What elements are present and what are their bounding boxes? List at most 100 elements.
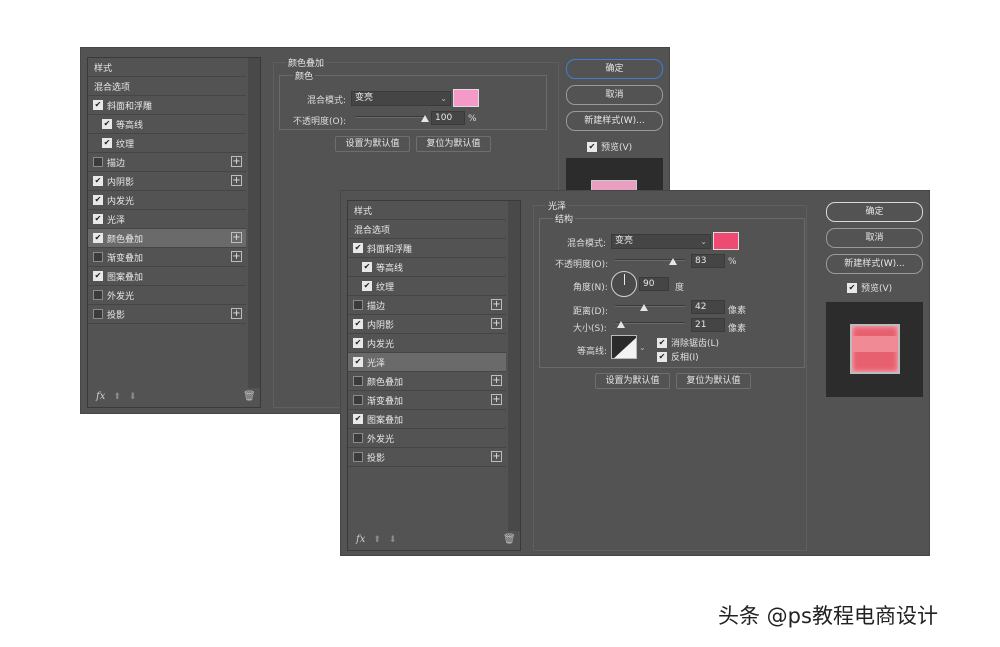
- add-effect-icon[interactable]: +: [231, 308, 242, 319]
- opacity-input[interactable]: 100: [431, 111, 465, 125]
- trash-icon[interactable]: 🗑: [503, 534, 516, 545]
- preview-checkbox[interactable]: ✔ 预览(V): [587, 140, 632, 153]
- size-input[interactable]: 21: [691, 318, 725, 332]
- style-item-checkbox[interactable]: ✔: [353, 357, 363, 367]
- style-item-row[interactable]: ✔ 纹理: [348, 277, 506, 296]
- style-item-row[interactable]: 外发光: [88, 286, 246, 305]
- style-item-checkbox[interactable]: ✔: [353, 414, 363, 424]
- style-item-row[interactable]: 描边 +: [88, 153, 246, 172]
- style-item-row[interactable]: ✔ 内发光: [348, 334, 506, 353]
- new-style-button[interactable]: 新建样式(W)...: [826, 254, 923, 274]
- add-effect-icon[interactable]: +: [491, 318, 502, 329]
- style-item-row[interactable]: ✔ 图案叠加: [88, 267, 246, 286]
- styles-scrollbar[interactable]: [248, 58, 260, 388]
- style-item-row[interactable]: ✔ 内发光: [88, 191, 246, 210]
- style-item-checkbox[interactable]: ✔: [93, 233, 103, 243]
- style-item-row[interactable]: ✔ 内阴影 +: [348, 315, 506, 334]
- style-item-row[interactable]: ✔ 斜面和浮雕: [348, 239, 506, 258]
- style-item-row[interactable]: ✔ 光泽: [88, 210, 246, 229]
- cancel-button[interactable]: 取消: [566, 85, 663, 105]
- add-effect-icon[interactable]: +: [231, 251, 242, 262]
- style-item-row[interactable]: 投影 +: [88, 305, 246, 324]
- style-item-row[interactable]: ✔ 等高线: [348, 258, 506, 277]
- style-item-checkbox[interactable]: [93, 157, 103, 167]
- reset-default-button[interactable]: 复位为默认值: [416, 136, 491, 152]
- angle-dial[interactable]: [611, 271, 637, 297]
- add-effect-icon[interactable]: +: [491, 299, 502, 310]
- style-item-checkbox[interactable]: ✔: [102, 138, 112, 148]
- style-item-row[interactable]: 混合选项: [348, 220, 506, 239]
- distance-slider-thumb[interactable]: [640, 304, 649, 311]
- blend-mode-select[interactable]: 变亮 ⌄: [611, 234, 711, 249]
- set-default-button[interactable]: 设置为默认值: [335, 136, 410, 152]
- add-effect-icon[interactable]: +: [231, 232, 242, 243]
- satin-color-swatch[interactable]: [713, 232, 739, 250]
- style-item-checkbox[interactable]: [93, 309, 103, 319]
- styles-header[interactable]: 样式: [88, 58, 246, 77]
- ok-button[interactable]: 确定: [566, 59, 663, 79]
- move-down-icon[interactable]: ⬇: [389, 535, 397, 545]
- style-item-checkbox[interactable]: [93, 252, 103, 262]
- style-item-checkbox[interactable]: [353, 376, 363, 386]
- size-slider-thumb[interactable]: [617, 321, 626, 328]
- style-item-row[interactable]: ✔ 图案叠加: [348, 410, 506, 429]
- style-item-row[interactable]: ✔ 纹理: [88, 134, 246, 153]
- style-item-checkbox[interactable]: [353, 395, 363, 405]
- style-item-row[interactable]: 外发光: [348, 429, 506, 448]
- style-item-checkbox[interactable]: ✔: [353, 243, 363, 253]
- style-item-checkbox[interactable]: ✔: [93, 271, 103, 281]
- opacity-slider-thumb[interactable]: [669, 258, 678, 265]
- style-item-checkbox[interactable]: [93, 290, 103, 300]
- style-item-checkbox[interactable]: ✔: [93, 176, 103, 186]
- styles-scrollbar[interactable]: [508, 201, 520, 531]
- add-effect-icon[interactable]: +: [491, 394, 502, 405]
- contour-dropdown-icon[interactable]: ⌄: [639, 343, 646, 352]
- style-item-checkbox[interactable]: [353, 300, 363, 310]
- add-effect-icon[interactable]: +: [231, 156, 242, 167]
- set-default-button[interactable]: 设置为默认值: [595, 373, 670, 389]
- move-up-icon[interactable]: ⬆: [373, 535, 381, 545]
- style-item-row[interactable]: 渐变叠加 +: [348, 391, 506, 410]
- fx-button[interactable]: fx: [96, 391, 105, 402]
- style-item-row[interactable]: 描边 +: [348, 296, 506, 315]
- size-slider[interactable]: [615, 322, 685, 324]
- contour-picker[interactable]: [611, 335, 637, 359]
- add-effect-icon[interactable]: +: [491, 451, 502, 462]
- distance-slider[interactable]: [615, 305, 685, 307]
- style-item-row[interactable]: 混合选项: [88, 77, 246, 96]
- opacity-input[interactable]: 83: [691, 254, 725, 268]
- style-item-row[interactable]: ✔ 光泽: [348, 353, 506, 372]
- reset-default-button[interactable]: 复位为默认值: [676, 373, 751, 389]
- blend-mode-select[interactable]: 变亮 ⌄: [351, 91, 451, 106]
- style-item-checkbox[interactable]: ✔: [93, 195, 103, 205]
- style-item-checkbox[interactable]: ✔: [93, 100, 103, 110]
- antialias-checkbox[interactable]: ✔ 消除锯齿(L): [657, 336, 719, 349]
- style-item-checkbox[interactable]: ✔: [353, 319, 363, 329]
- style-item-checkbox[interactable]: [353, 433, 363, 443]
- trash-icon[interactable]: 🗑: [243, 391, 256, 402]
- style-item-checkbox[interactable]: ✔: [102, 119, 112, 129]
- move-up-icon[interactable]: ⬆: [113, 392, 121, 402]
- add-effect-icon[interactable]: +: [231, 175, 242, 186]
- cancel-button[interactable]: 取消: [826, 228, 923, 248]
- distance-input[interactable]: 42: [691, 300, 725, 314]
- ok-button[interactable]: 确定: [826, 202, 923, 222]
- preview-checkbox[interactable]: ✔ 预览(V): [847, 281, 892, 294]
- opacity-slider-thumb[interactable]: [421, 115, 429, 122]
- invert-checkbox[interactable]: ✔ 反相(I): [657, 350, 699, 363]
- style-item-row[interactable]: 渐变叠加 +: [88, 248, 246, 267]
- style-item-row[interactable]: ✔ 颜色叠加 +: [88, 229, 246, 248]
- move-down-icon[interactable]: ⬇: [129, 392, 137, 402]
- add-effect-icon[interactable]: +: [491, 375, 502, 386]
- style-item-row[interactable]: 投影 +: [348, 448, 506, 467]
- fx-button[interactable]: fx: [356, 534, 365, 545]
- style-item-row[interactable]: 颜色叠加 +: [348, 372, 506, 391]
- style-item-row[interactable]: ✔ 内阴影 +: [88, 172, 246, 191]
- opacity-slider[interactable]: [355, 116, 425, 118]
- style-item-checkbox[interactable]: [353, 452, 363, 462]
- overlay-color-swatch[interactable]: [453, 89, 479, 107]
- style-item-checkbox[interactable]: ✔: [362, 281, 372, 291]
- style-item-row[interactable]: ✔ 等高线: [88, 115, 246, 134]
- new-style-button[interactable]: 新建样式(W)...: [566, 111, 663, 131]
- style-item-checkbox[interactable]: ✔: [362, 262, 372, 272]
